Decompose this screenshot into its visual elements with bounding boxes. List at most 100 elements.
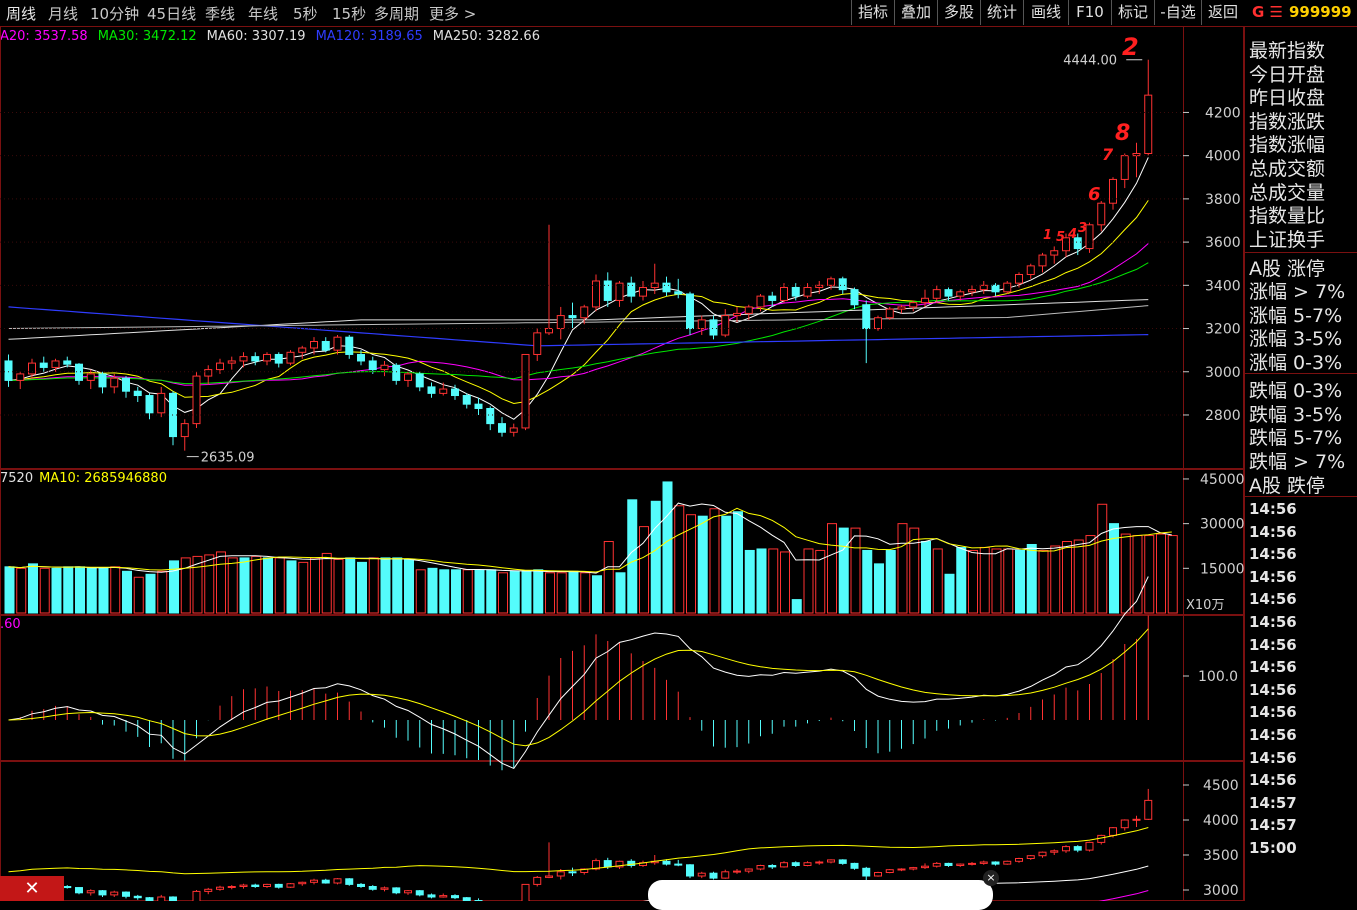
- limit-down-header: A股 跌停: [1249, 475, 1326, 497]
- mini-candle-body: [756, 865, 765, 870]
- candle-body: [1144, 94, 1153, 154]
- candle-body: [580, 306, 589, 319]
- mini-candle-body: [227, 886, 236, 888]
- volume-bar: [921, 541, 931, 614]
- candle-body: [498, 423, 506, 433]
- mini-candle-body: [533, 876, 542, 885]
- code-value: 999999: [1288, 3, 1352, 21]
- mini-candle-body: [333, 878, 342, 884]
- candle-body: [380, 364, 389, 371]
- candle-body: [251, 356, 260, 362]
- mini-candle-body: [392, 887, 401, 894]
- volume-bar: [1156, 533, 1166, 614]
- candle-body: [451, 388, 459, 397]
- volume-bar: [721, 515, 732, 614]
- volume-bar: [251, 555, 262, 614]
- volume-bar: [321, 552, 332, 614]
- mini-candle-body: [462, 897, 471, 901]
- candle-body: [556, 315, 565, 330]
- price-tick-label: 3600: [1205, 235, 1241, 251]
- mini-candle-body: [98, 890, 107, 896]
- mini-candle-body: [815, 861, 824, 864]
- mini-candle-body: [1109, 827, 1117, 836]
- candle-body: [897, 306, 906, 310]
- mini-candle-body: [1003, 860, 1012, 865]
- mini-candle-body: [1073, 846, 1082, 851]
- handwritten-number: 8: [1115, 121, 1130, 146]
- candle-body: [357, 353, 365, 362]
- tick-time: 14:57: [1249, 816, 1297, 835]
- volume-bar: [897, 523, 908, 614]
- panel-separator: [1245, 252, 1357, 253]
- mini-candle-body: [1132, 818, 1141, 821]
- volume-bar: [310, 557, 320, 614]
- candle-body: [827, 278, 835, 286]
- volume-bar: [298, 561, 309, 614]
- candle-body: [909, 302, 918, 308]
- volume-bar: [1003, 548, 1014, 614]
- volume-bar: [697, 515, 708, 614]
- candlestick-series: [4, 59, 1153, 451]
- candle-body: [227, 360, 236, 364]
- mini-candle-body: [415, 890, 424, 896]
- tick-time: 14:56: [1249, 635, 1297, 654]
- notification-popup[interactable]: ×: [648, 870, 999, 910]
- mini-candle-body: [662, 860, 671, 865]
- volume-bar: [979, 546, 990, 614]
- tick-time: 15:00: [1249, 839, 1297, 857]
- price-marker-label: 2635.09: [201, 451, 255, 466]
- handwritten-number: 7: [1102, 145, 1114, 164]
- mini-candle-body: [874, 872, 882, 877]
- tick-time: 14:56: [1249, 658, 1297, 677]
- mini-candle-body: [838, 859, 847, 864]
- handwritten-number: 3: [1078, 221, 1087, 236]
- mini-candle-body: [439, 895, 448, 898]
- price-axis: 2800 3000 3200 3400 3600 3800 4000 4200 15000 300…: [0, 105, 1244, 899]
- mini-candle-body: [133, 895, 142, 899]
- mini-candle-body: [991, 861, 1000, 865]
- mini-candle-body: [1026, 855, 1035, 860]
- mini-candle-body: [968, 862, 976, 865]
- volume-bar: [239, 557, 250, 614]
- mini-candle-body: [380, 887, 389, 890]
- handwritten-number: 4: [1067, 227, 1077, 242]
- mini-candle-body: [357, 883, 365, 888]
- candle-body: [333, 336, 342, 351]
- candle-body: [885, 308, 894, 319]
- price-tick-label: 4200: [1205, 105, 1241, 121]
- mini-candle-body: [921, 865, 929, 869]
- candle-body: [686, 293, 694, 330]
- candle-body: [404, 373, 412, 381]
- candle-body: [803, 286, 812, 297]
- kline-chart[interactable]: 2800 3000 3200 3400 3600 3800 4000 4200 15000 300…: [0, 0, 1244, 901]
- candle-body: [439, 388, 448, 394]
- candle-body: [1050, 250, 1059, 256]
- candle-body: [86, 373, 95, 381]
- volume-bar: [850, 527, 861, 614]
- volume-bar: [133, 576, 144, 614]
- close-button[interactable]: ✕: [0, 876, 64, 901]
- volume-bar: [439, 569, 450, 614]
- volume-unit-label: X10万: [1186, 598, 1224, 613]
- candle-body: [709, 319, 718, 336]
- index-code[interactable]: G ☰ 999999: [1252, 3, 1352, 21]
- mini-candle-body: [744, 868, 753, 872]
- volume-bar: [568, 570, 579, 614]
- mini-candle-body: [239, 884, 248, 887]
- volume-bar: [28, 563, 38, 614]
- volume-bar: [404, 558, 414, 614]
- mini-candle-body: [545, 875, 553, 878]
- candle-body: [721, 315, 730, 336]
- volume-bar: [932, 548, 943, 614]
- volume-bar: [145, 573, 156, 614]
- candle-body: [51, 360, 60, 368]
- candle-body: [286, 351, 295, 364]
- volume-bar: [556, 572, 567, 614]
- chart-frames: [0, 26, 1244, 901]
- candle-body: [850, 289, 859, 306]
- volume-bar: [333, 558, 344, 614]
- popup-close-icon[interactable]: ×: [983, 870, 999, 886]
- candle-body: [4, 360, 13, 381]
- macd-tick-label: 100.0: [1198, 669, 1238, 685]
- volume-bar: [427, 567, 438, 614]
